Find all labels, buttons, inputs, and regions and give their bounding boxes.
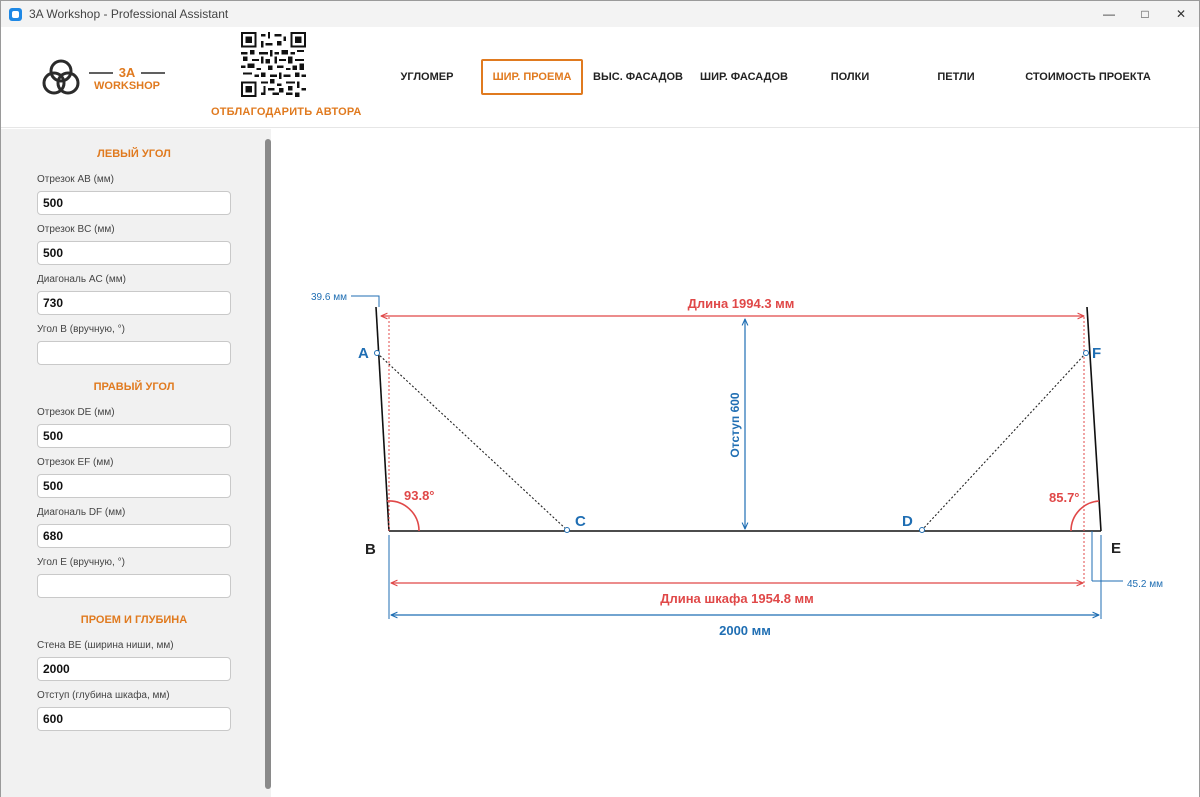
angle-e-label: 85.7° [1049, 490, 1080, 505]
section-title-right-corner: ПРАВЫЙ УГОЛ [93, 381, 175, 393]
angle-b-input[interactable] [37, 341, 231, 365]
angle-b-arc [386, 500, 420, 532]
field-label-de: Отрезок DE (мм) [37, 407, 115, 418]
opening-diagram: Длина 1994.3 мм 39.6 мм Отступ 600 93.8°… [311, 292, 1163, 638]
cabinet-length-label: Длина шкафа 1954.8 мм [660, 591, 814, 606]
field-label-offset: Отступ (глубина шкафа, мм) [37, 690, 170, 701]
field-label-angle-b: Угол B (вручную, °) [37, 324, 125, 335]
right-offset-label: 45.2 мм [1127, 579, 1163, 590]
wall-right [1086, 306, 1102, 532]
tab-hinges[interactable]: ПЕТЛИ [919, 59, 993, 95]
offset-label: Отступ 600 [728, 392, 742, 458]
minimize-icon[interactable]: — [1091, 1, 1127, 27]
tab-facade-width[interactable]: ШИР. ФАСАДОВ [699, 59, 789, 95]
tab-goniometer[interactable]: УГЛОМЕР [384, 59, 470, 95]
app-icon [9, 7, 22, 21]
logo: 3A WORKSHOP [42, 59, 165, 95]
label-c: C [575, 513, 586, 530]
tab-shelves[interactable]: ПОЛКИ [813, 59, 887, 95]
app-header: 3A WORKSHOP ОТБЛАГОДАРИТЬ АВТОРА УГЛОМЕР… [1, 27, 1199, 128]
angle-e-input[interactable] [37, 574, 231, 598]
left-offset-label: 39.6 мм [311, 292, 347, 303]
section-title-opening: ПРОЕМ И ГЛУБИНА [80, 614, 188, 626]
title-bar: 3A Workshop - Professional Assistant — □… [1, 1, 1199, 27]
angle-b-label: 93.8° [404, 488, 435, 503]
tab-project-cost[interactable]: СТОИМОСТЬ ПРОЕКТА [1023, 59, 1153, 95]
logo-text-top: 3A [119, 65, 136, 80]
diagonal-ac-input[interactable]: 730 [37, 291, 231, 315]
field-label-ef: Отрезок EF (мм) [37, 457, 114, 468]
field-label-df: Диагональ DF (мм) [37, 507, 126, 518]
offset-depth-input[interactable]: 600 [37, 707, 231, 731]
window-title: 3A Workshop - Professional Assistant [29, 7, 229, 21]
left-offset-leader [351, 295, 380, 307]
donate-author-link[interactable]: ОТБЛАГОДАРИТЬ АВТОРА [211, 106, 362, 118]
label-a: A [358, 345, 369, 362]
label-b: B [365, 541, 376, 558]
field-label-ab: Отрезок AB (мм) [37, 174, 114, 185]
close-icon[interactable]: ✕ [1163, 1, 1199, 27]
label-f: F [1092, 345, 1101, 362]
logo-text-bottom: WORKSHOP [94, 80, 160, 92]
point-d [919, 527, 925, 533]
section-title-left-corner: ЛЕВЫЙ УГОЛ [97, 148, 171, 160]
label-d: D [902, 513, 913, 530]
tab-facade-height[interactable]: ВЫС. ФАСАДОВ [593, 59, 683, 95]
point-f [1083, 350, 1089, 356]
field-label-wall: Стена BE (ширина ниши, мм) [37, 640, 174, 651]
angle-e-arc [1070, 500, 1100, 532]
label-e: E [1111, 540, 1121, 557]
field-label-angle-e: Угол E (вручную, °) [37, 557, 125, 568]
diagonal-df-input[interactable]: 680 [37, 524, 231, 548]
segment-ef-input[interactable]: 500 [37, 474, 231, 498]
app-window: 3A Workshop - Professional Assistant — □… [0, 0, 1200, 797]
segment-ab-input[interactable]: 500 [37, 191, 231, 215]
wall-length-label: 2000 мм [719, 623, 771, 638]
segment-bc-input[interactable]: 500 [37, 241, 231, 265]
window-controls: — □ ✕ [1091, 1, 1199, 27]
point-c [564, 527, 570, 533]
maximize-icon[interactable]: □ [1127, 1, 1163, 27]
top-length-label: Длина 1994.3 мм [688, 296, 795, 311]
point-a [374, 350, 380, 356]
wall-width-input[interactable]: 2000 [37, 657, 231, 681]
tab-opening-width[interactable]: ШИР. ПРОЕМА [481, 59, 583, 95]
segment-de-input[interactable]: 500 [37, 424, 231, 448]
field-label-ac: Диагональ AC (мм) [37, 274, 126, 285]
drawing-canvas: Длина 1994.3 мм 39.6 мм Отступ 600 93.8°… [271, 129, 1199, 797]
wall-left [375, 306, 390, 532]
logo-knot-icon [42, 59, 80, 95]
qr-code-icon[interactable] [241, 32, 306, 97]
diagonal-ac [376, 352, 568, 531]
field-label-bc: Отрезок BC (мм) [37, 224, 115, 235]
